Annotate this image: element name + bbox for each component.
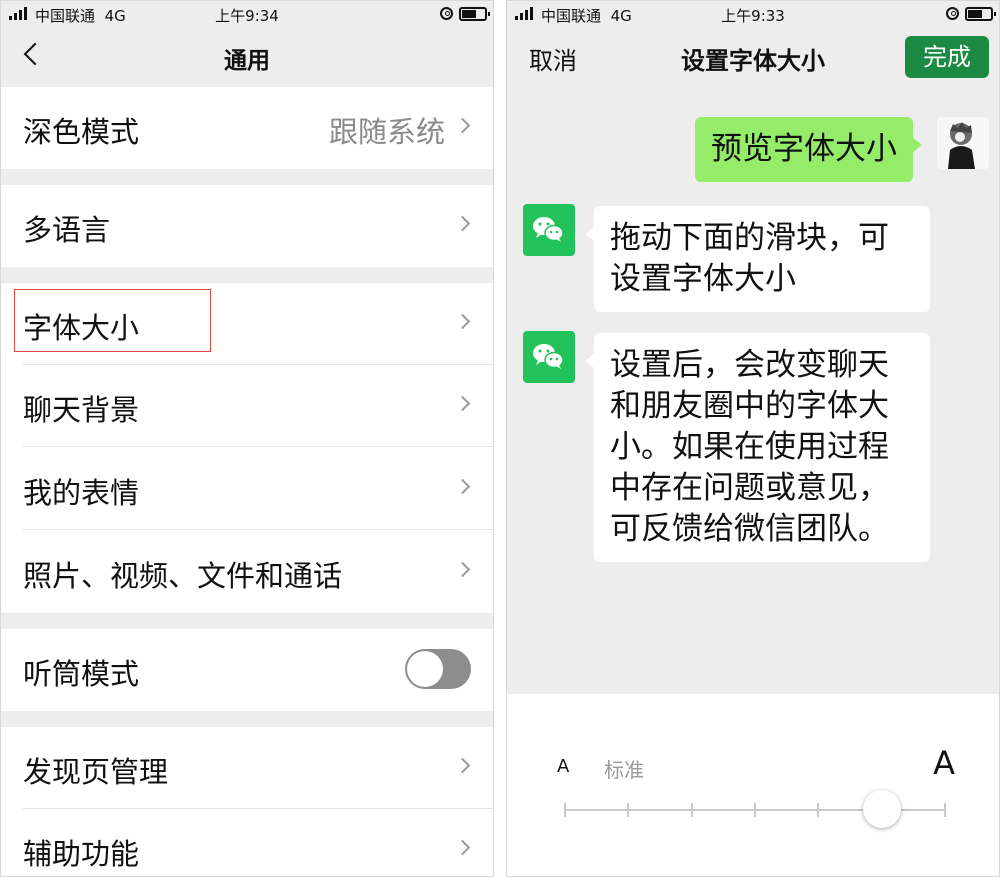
divider xyxy=(23,529,493,530)
chevron-right-icon xyxy=(454,215,471,232)
settings-group-earpiece: 听筒模式 xyxy=(1,629,493,711)
slider-tick xyxy=(564,803,566,817)
chevron-right-icon xyxy=(454,757,471,774)
battery-icon xyxy=(965,7,996,21)
setting-label: 发现页管理 xyxy=(23,755,169,789)
wechat-logo-icon xyxy=(523,331,575,383)
avatar-icon xyxy=(937,117,989,169)
setting-language[interactable]: 多语言 xyxy=(1,185,493,267)
wechat-logo-icon xyxy=(523,204,575,256)
slider-tick xyxy=(690,803,693,817)
status-bar: 中国联通 4G 上午9:34 xyxy=(1,1,493,27)
battery-icon xyxy=(459,7,490,21)
done-button[interactable]: 完成 xyxy=(905,36,989,78)
setting-my-stickers[interactable]: 我的表情 xyxy=(1,448,493,530)
slider-tick xyxy=(754,803,756,817)
slider-tick xyxy=(817,803,820,817)
slider-tick xyxy=(944,803,946,817)
toggle-knob xyxy=(407,651,443,687)
nav-bar: 通用 xyxy=(1,27,493,85)
chevron-right-icon xyxy=(454,478,471,495)
settings-group-discover: 发现页管理 辅助功能 xyxy=(1,727,493,876)
slider-tick xyxy=(627,803,630,817)
settings-group-display: 深色模式 跟随系统 xyxy=(1,87,493,169)
setting-label: 照片、视频、文件和通话 xyxy=(23,559,343,593)
setting-dark-mode[interactable]: 深色模式 跟随系统 xyxy=(1,87,493,169)
settings-group-language: 多语言 xyxy=(1,185,493,267)
font-size-slider[interactable] xyxy=(564,790,946,828)
standard-font-label: 标准 xyxy=(604,758,644,782)
preview-text: 预览字体大小 xyxy=(711,131,897,167)
avatar xyxy=(937,117,989,169)
hint-text-1: 拖动下面的滑块，可设置字体大小 xyxy=(610,220,889,297)
setting-discover-management[interactable]: 发现页管理 xyxy=(1,727,493,809)
status-bar: 中国联通 4G 上午9:33 xyxy=(507,1,999,27)
chevron-right-icon xyxy=(454,313,471,330)
orientation-lock-icon xyxy=(946,7,959,20)
small-font-label: A xyxy=(557,756,570,777)
hint-bubble-2: 设置后，会改变聊天和朋友圈中的字体大小。如果在使用过程中存在问题或意见，可反馈给… xyxy=(585,333,930,562)
setting-label: 字体大小 xyxy=(23,311,140,345)
hint-bubble-1: 拖动下面的滑块，可设置字体大小 xyxy=(585,206,930,312)
page-title: 通用 xyxy=(224,48,270,74)
preview-bubble: 预览字体大小 xyxy=(695,117,922,182)
setting-accessibility[interactable]: 辅助功能 xyxy=(1,809,493,876)
setting-font-size[interactable]: 字体大小 xyxy=(1,283,493,365)
setting-label: 聊天背景 xyxy=(23,393,140,427)
large-font-label: A xyxy=(933,744,955,782)
hint-text-2: 设置后，会改变聊天和朋友圈中的字体大小。如果在使用过程中存在问题或意见，可反馈给… xyxy=(610,347,889,547)
orientation-lock-icon xyxy=(440,7,453,20)
setting-media[interactable]: 照片、视频、文件和通话 xyxy=(1,531,493,613)
earpiece-toggle[interactable] xyxy=(405,649,471,689)
nav-bar: 取消 设置字体大小 完成 xyxy=(507,27,999,85)
chevron-right-icon xyxy=(454,117,471,134)
setting-earpiece-mode: 听筒模式 xyxy=(1,629,493,711)
setting-chat-background[interactable]: 聊天背景 xyxy=(1,365,493,447)
chevron-right-icon xyxy=(454,561,471,578)
chevron-right-icon xyxy=(454,395,471,412)
slider-thumb[interactable] xyxy=(862,790,901,828)
setting-label: 我的表情 xyxy=(23,476,140,510)
general-settings-screen: 中国联通 4G 上午9:34 通用 深色模式 跟随系统 多语言 字体大小 聊天背… xyxy=(0,0,494,877)
chevron-right-icon xyxy=(454,839,471,856)
settings-group-chat: 字体大小 聊天背景 我的表情 照片、视频、文件和通话 xyxy=(1,283,493,613)
font-size-panel: A 标准 A xyxy=(507,694,999,876)
setting-value: 跟随系统 xyxy=(328,115,445,149)
status-time: 上午9:34 xyxy=(215,7,279,25)
setting-label: 辅助功能 xyxy=(23,837,140,871)
status-time: 上午9:33 xyxy=(721,7,785,25)
setting-label: 听筒模式 xyxy=(23,657,140,691)
setting-label: 深色模式 xyxy=(23,115,140,149)
setting-label: 多语言 xyxy=(23,213,111,247)
font-size-screen: 中国联通 4G 上午9:33 取消 设置字体大小 完成 预览字体大小 拖动下面的… xyxy=(506,0,1000,877)
divider xyxy=(23,446,493,447)
